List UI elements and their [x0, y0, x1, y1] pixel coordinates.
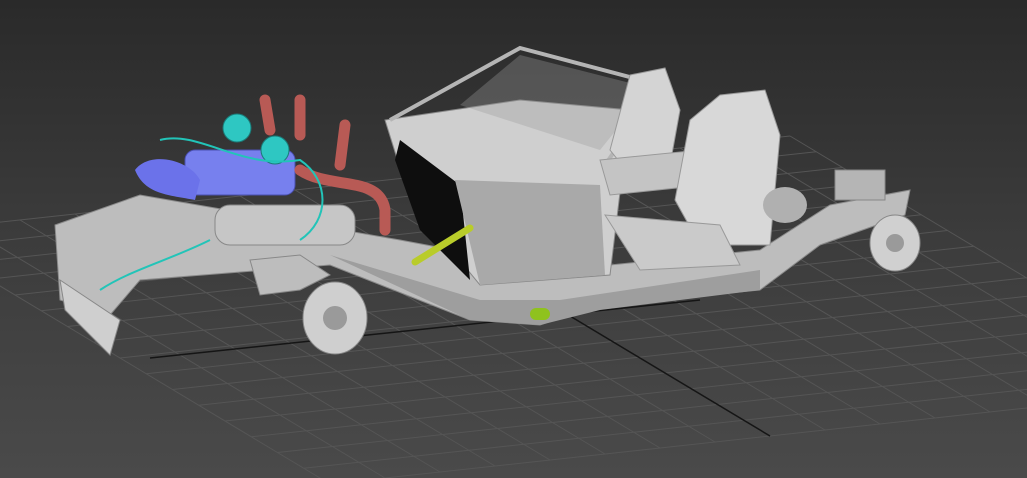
grid-axis-y: [559, 309, 771, 437]
3d-viewport[interactable]: [0, 0, 1027, 478]
viewport-scene: [0, 45, 1027, 478]
turbo-left: [222, 113, 252, 143]
grid-line: [380, 407, 1027, 478]
grid-line: [251, 351, 1027, 438]
green-bushing[interactable]: [530, 308, 550, 320]
